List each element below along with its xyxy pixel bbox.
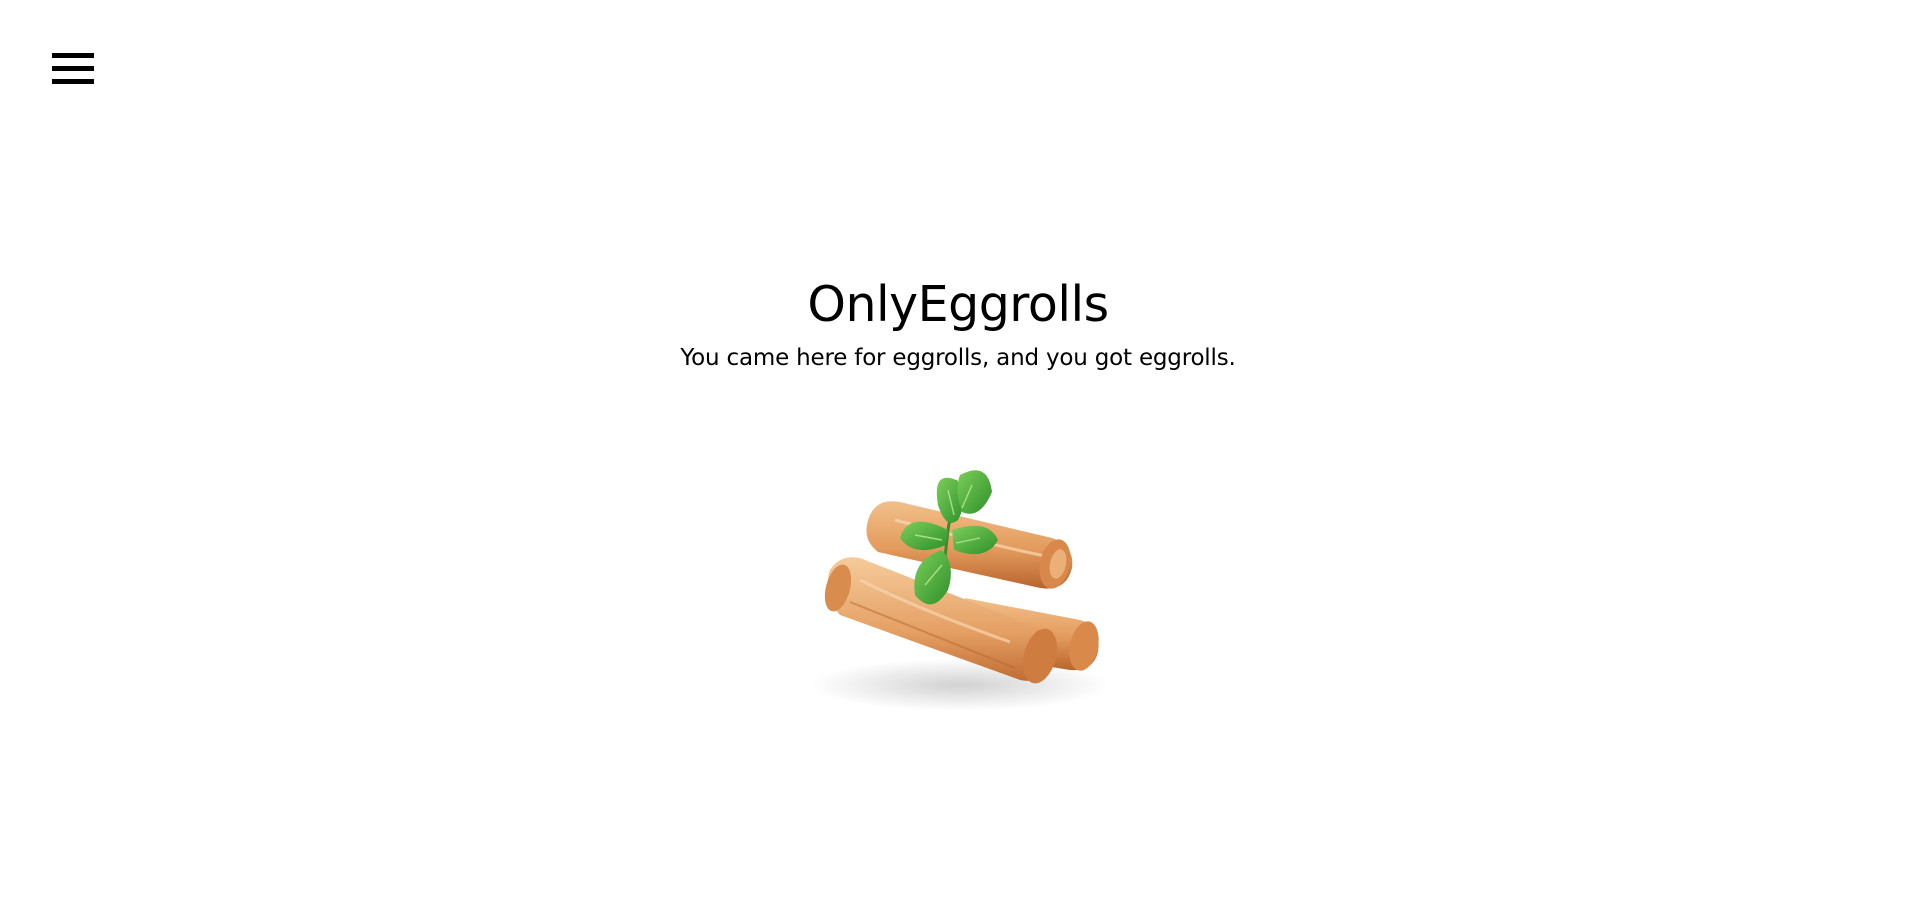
page-subtitle: You came here for eggrolls, and you got …	[680, 345, 1236, 371]
page-title: OnlyEggrolls	[807, 276, 1109, 333]
landing-page: OnlyEggrolls You came here for eggrolls,…	[0, 0, 1916, 909]
eggrolls-illustration	[810, 470, 1110, 711]
hamburger-menu-icon-bar-middle	[52, 66, 94, 71]
hamburger-menu-button[interactable]	[50, 50, 94, 94]
hero-section: OnlyEggrolls You came here for eggrolls,…	[0, 270, 1916, 376]
hamburger-menu-icon-bar-bottom	[52, 79, 94, 84]
eggrolls-image	[710, 380, 1210, 780]
hamburger-menu-icon-bar-top	[52, 53, 94, 58]
